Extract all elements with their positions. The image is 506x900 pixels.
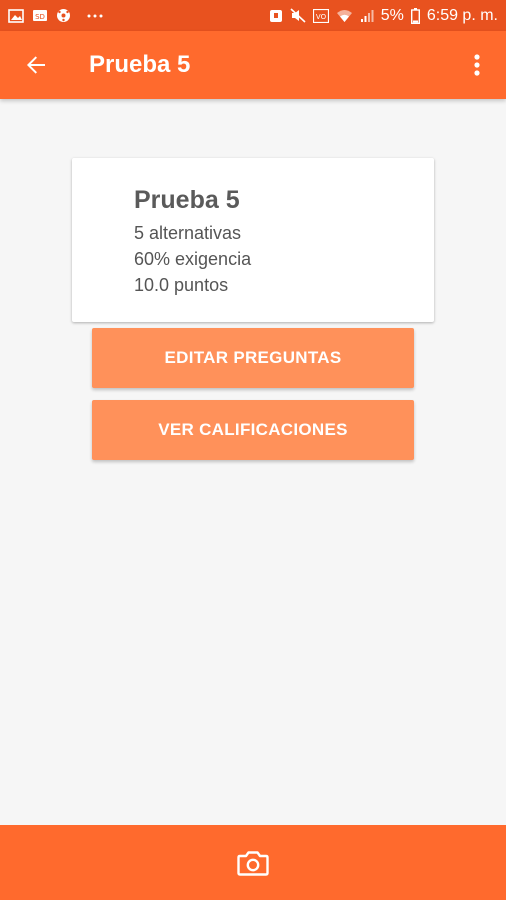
test-info-card: Prueba 5 5 alternativas 60% exigencia 10… (72, 158, 434, 322)
status-bar: SD VO 5% 6:59 p. m. (0, 0, 506, 31)
svg-text:SD: SD (35, 13, 45, 21)
camera-button[interactable] (231, 841, 275, 885)
status-right-icons: VO 5% 6:59 p. m. (269, 6, 506, 24)
app-screen: SD VO 5% 6:59 p. m. Prueba 5 Prueba 5 5 … (0, 0, 506, 900)
volte-icon: VO (312, 8, 329, 23)
edit-questions-button[interactable]: EDITAR PREGUNTAS (92, 328, 414, 388)
total-points: 10.0 puntos (134, 275, 229, 295)
bottom-bar (0, 825, 506, 900)
wifi-icon (336, 9, 353, 23)
test-title: Prueba 5 (134, 186, 240, 214)
mute-icon (290, 8, 306, 23)
page-title: Prueba 5 (89, 51, 191, 78)
svg-text:VO: VO (316, 13, 327, 21)
camera-icon (237, 850, 269, 876)
signal-icon (360, 9, 374, 23)
back-button[interactable] (18, 47, 54, 83)
status-time: 6:59 p. m. (426, 6, 498, 24)
battery-icon (410, 7, 420, 24)
sd-card-icon: SD (32, 9, 48, 22)
arrow-back-icon (27, 56, 45, 74)
more-dots-icon (87, 14, 103, 18)
app-bar: Prueba 5 (0, 31, 506, 99)
overflow-menu-button[interactable] (462, 47, 492, 83)
alarm-icon (269, 8, 283, 23)
soccer-ball-icon (56, 8, 71, 23)
requirement-percent: 60% exigencia (134, 249, 252, 269)
view-grades-button[interactable]: VER CALIFICACIONES (92, 400, 414, 460)
battery-percent: 5% (380, 6, 404, 24)
image-icon (8, 8, 24, 23)
alternatives-count: 5 alternativas (134, 223, 242, 243)
status-left-icons: SD (0, 8, 103, 23)
more-vert-icon (474, 54, 480, 76)
